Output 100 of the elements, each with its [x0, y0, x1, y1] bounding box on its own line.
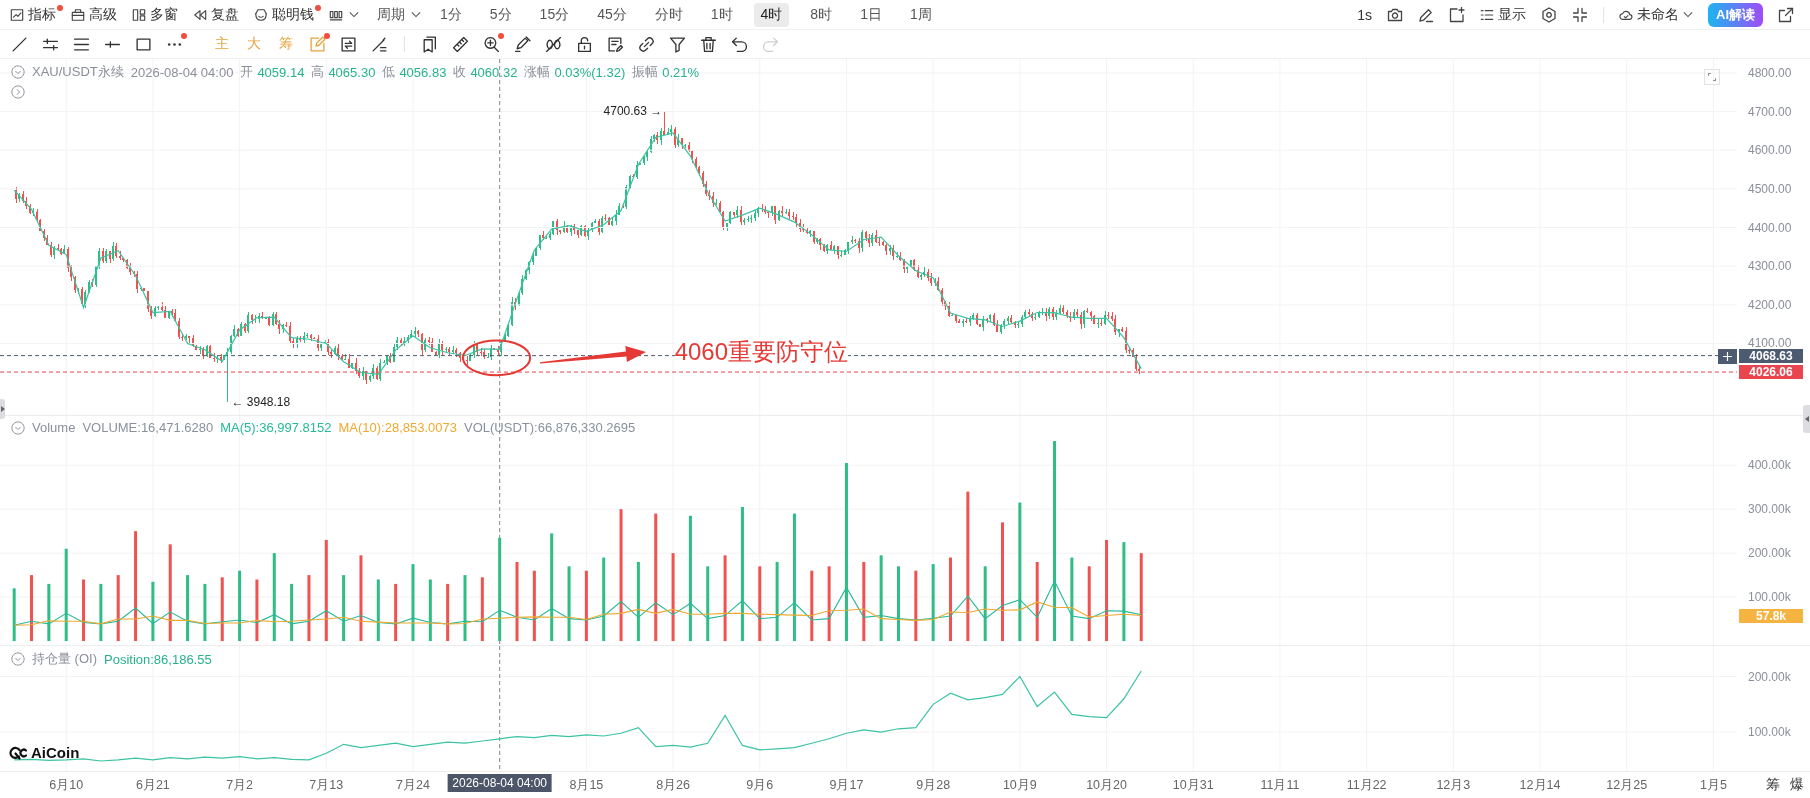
date-label: 12月3: [1436, 777, 1471, 794]
interval-tab[interactable]: 1分: [433, 2, 469, 27]
date-label: 6月21: [135, 777, 170, 794]
filter-icon[interactable]: [669, 35, 686, 53]
caret-icon: [411, 11, 421, 18]
toolbar-item[interactable]: 聪明钱: [254, 3, 321, 26]
field-value: 0.21%: [662, 64, 700, 80]
zoom-in-icon[interactable]: [483, 35, 500, 53]
date-label: 7月2: [226, 777, 254, 794]
caret-icon[interactable]: [349, 11, 359, 18]
field-value: 0.03%(1.32): [554, 64, 626, 80]
rewind-icon: [193, 7, 207, 22]
field-value: 4065.30: [328, 64, 376, 80]
unlock-icon[interactable]: [576, 35, 593, 53]
list-icon: [1480, 7, 1494, 22]
field-value: 4060.32: [470, 64, 518, 80]
axis-label: 4300.00: [1748, 260, 1792, 273]
display-menu[interactable]: 显示: [1480, 5, 1526, 24]
date-label: 8月26: [656, 777, 690, 794]
interval-tab[interactable]: 8时: [803, 2, 840, 27]
interval-tab[interactable]: 1时: [703, 2, 740, 27]
value-tag: 57.8k: [1739, 608, 1803, 623]
date-label: 9月17: [829, 777, 864, 794]
panel-handle[interactable]: [1803, 405, 1810, 433]
caret-icon: [0, 406, 5, 412]
line-measure-icon[interactable]: [371, 35, 388, 53]
axis-toggle[interactable]: 筹: [1766, 776, 1780, 794]
field-label: 开: [240, 63, 254, 81]
axis-label: 200.00k: [1748, 670, 1791, 683]
date-label: 7月13: [309, 777, 344, 794]
date-label: 12月14: [1519, 777, 1561, 794]
camera-icon[interactable]: [1387, 6, 1403, 23]
edit-document-icon[interactable]: [607, 35, 624, 53]
indicator-title: 持仓量 (OI): [32, 650, 97, 668]
logo-icon: [9, 745, 27, 760]
date-label: 9月28: [916, 777, 951, 794]
eraser-icon[interactable]: [514, 35, 531, 53]
add-square-icon[interactable]: [1449, 6, 1465, 23]
layout-icon: [132, 7, 146, 22]
toolbar-item[interactable]: 复盘: [193, 3, 246, 26]
indicator-value: MA(5):36,997.8152: [220, 420, 332, 435]
field-label: 收: [453, 63, 467, 81]
collapse-icon[interactable]: [1572, 6, 1588, 23]
axis-label: 4600.00: [1748, 144, 1792, 157]
panel-handle[interactable]: [0, 399, 5, 419]
add-alert-button[interactable]: [1718, 348, 1737, 364]
toolbar-item[interactable]: 多窗: [132, 3, 185, 26]
axis-label: 4200.00: [1748, 298, 1792, 311]
symbol-label: XAU/USDT永续: [32, 63, 124, 81]
chevron-down-icon[interactable]: [11, 652, 25, 666]
interval-tab[interactable]: 分时: [647, 2, 690, 27]
price-tag: 4068.63: [1739, 348, 1803, 363]
axis-label: 300.00k: [1748, 503, 1791, 516]
field-label: 低: [382, 63, 396, 81]
link-icon[interactable]: [638, 35, 655, 53]
date-label: 7月24: [396, 777, 430, 794]
chevron-down-icon[interactable]: [11, 65, 25, 79]
logo-text: AiCoin: [31, 744, 80, 761]
date-label: 6月10: [49, 777, 84, 794]
refresh-toggle[interactable]: 1s: [1357, 6, 1372, 23]
field-label: 振幅: [632, 63, 659, 81]
chevron-down-icon[interactable]: [11, 420, 25, 435]
date-label: 1月5: [1699, 777, 1727, 794]
period-dropdown[interactable]: 周期: [377, 5, 421, 24]
interval-tab[interactable]: 4时: [753, 2, 790, 27]
interval-tab[interactable]: 1周: [902, 2, 939, 27]
date-label: 10月31: [1172, 777, 1214, 794]
bookmark-icon[interactable]: [421, 35, 438, 53]
settings-icon[interactable]: [1541, 6, 1557, 23]
trash-icon[interactable]: [700, 35, 717, 53]
layout-name-dropdown[interactable]: 未命名: [1619, 5, 1693, 24]
toolbar-item[interactable]: 高级: [71, 3, 124, 26]
undo-icon[interactable]: [731, 35, 748, 53]
ai-analysis-button[interactable]: AI解读: [1708, 2, 1763, 27]
sync-icon[interactable]: [340, 35, 357, 53]
axis-label: 4800.00: [1748, 66, 1792, 79]
axis-toggle[interactable]: 爆: [1790, 776, 1804, 794]
axis-label: 4700.00: [1748, 105, 1792, 118]
toolbar-item[interactable]: 指标: [10, 3, 63, 26]
axis-label: 200.00k: [1748, 547, 1791, 560]
price-tag: 4026.06: [1739, 365, 1803, 380]
line-tool-icon[interactable]: [11, 35, 28, 53]
date-label: 12月25: [1606, 777, 1648, 794]
interval-tab[interactable]: 1日: [853, 2, 889, 27]
interval-tab[interactable]: 5分: [482, 2, 519, 27]
share-icon[interactable]: [1778, 6, 1794, 23]
interval-tab[interactable]: 15分: [532, 2, 577, 27]
field-label: 涨幅: [524, 63, 551, 81]
annotation-ellipse: [462, 339, 532, 377]
interval-tab[interactable]: 45分: [590, 2, 634, 27]
expand-button[interactable]: [1704, 69, 1720, 85]
ruler-icon[interactable]: [452, 35, 469, 53]
glasses-slash-icon[interactable]: [545, 35, 562, 53]
low-price-label: ← 3948.18: [231, 394, 291, 411]
chevron-right-icon[interactable]: [11, 85, 25, 99]
field-value: 4059.14: [257, 64, 305, 80]
indicator-value: Position:86,186.55: [104, 651, 212, 667]
pencil-icon[interactable]: [1418, 6, 1434, 23]
caret-icon: [1683, 11, 1693, 18]
expand-icon: [1708, 73, 1716, 81]
